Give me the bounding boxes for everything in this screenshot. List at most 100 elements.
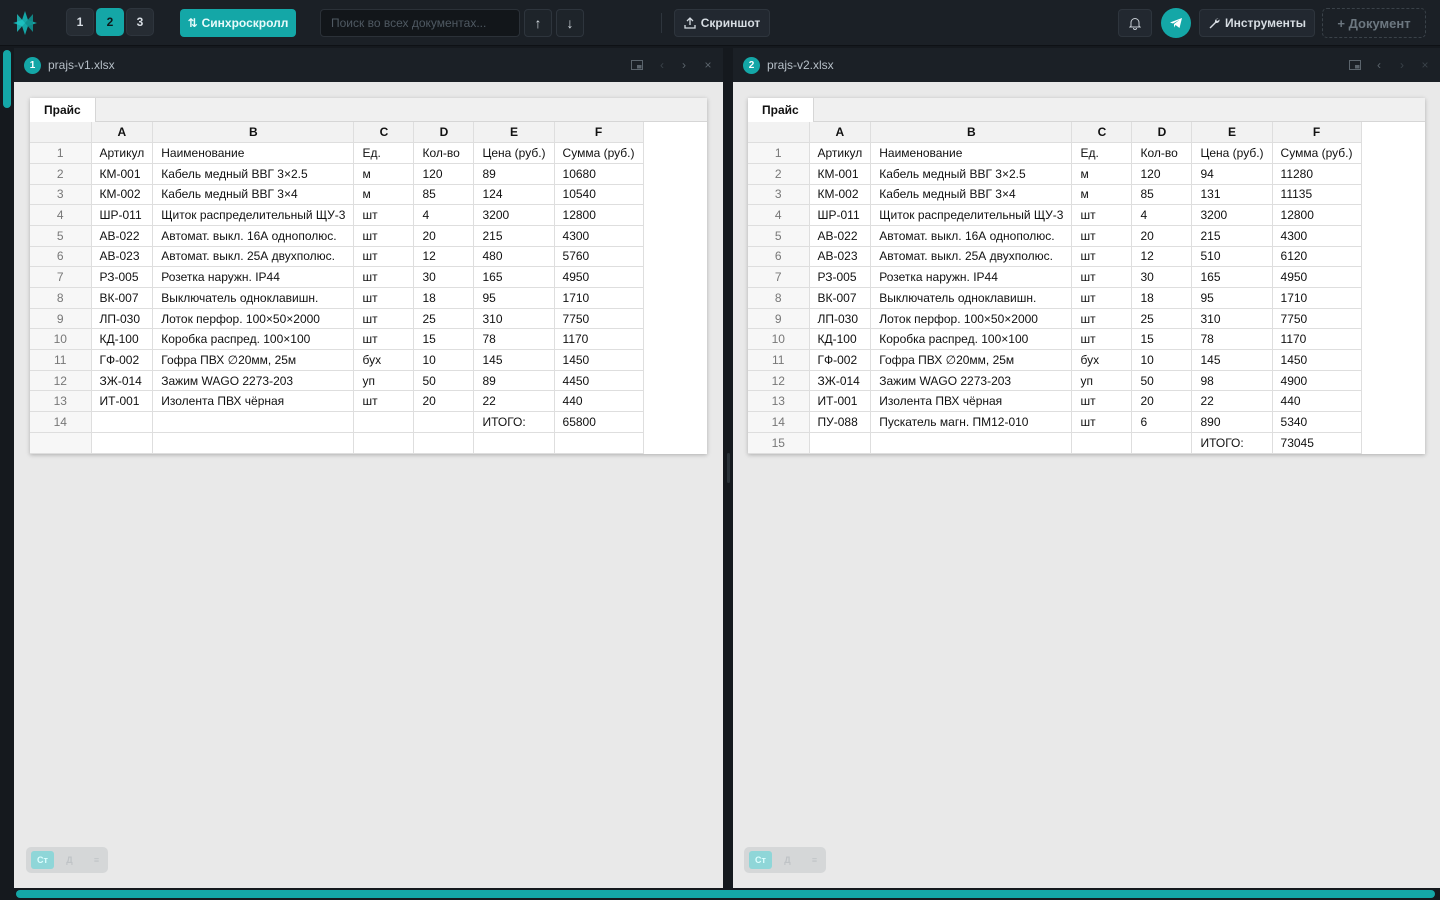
table-cell[interactable]: 4450 (554, 370, 644, 392)
view-mode-button[interactable]: Д (58, 851, 81, 869)
table-cell[interactable]: 4 (1131, 204, 1193, 226)
pane-resize-divider[interactable] (723, 48, 733, 888)
table-cell[interactable]: уп (1071, 370, 1133, 392)
table-cell[interactable]: Цена (руб.) (473, 142, 555, 164)
table-cell[interactable] (91, 411, 154, 433)
row-number[interactable]: 12 (748, 370, 810, 392)
table-cell[interactable]: РЗ-005 (91, 266, 154, 288)
table-cell[interactable]: 145 (473, 349, 555, 371)
table-cell[interactable]: 1710 (1272, 287, 1362, 309)
table-cell[interactable]: Кабель медный ВВГ 3×2.5 (870, 163, 1073, 185)
table-cell[interactable]: 78 (473, 328, 555, 351)
table-cell[interactable]: Лоток перфор. 100×50×2000 (870, 308, 1073, 330)
table-cell[interactable]: ШР-011 (91, 204, 154, 226)
table-cell[interactable]: ЗЖ-014 (91, 370, 154, 392)
table-cell[interactable]: 480 (473, 246, 555, 268)
row-number[interactable]: 1 (748, 142, 810, 164)
table-cell[interactable]: 215 (1191, 225, 1273, 247)
table-cell[interactable]: Выключатель одноклавишн. (870, 287, 1073, 309)
table-cell[interactable] (809, 432, 872, 454)
table-cell[interactable]: 1170 (1272, 328, 1362, 351)
table-cell[interactable]: Автомат. выкл. 16А однополюс. (152, 225, 355, 247)
row-number[interactable]: 7 (748, 266, 810, 288)
table-cell[interactable]: КД-100 (809, 328, 872, 351)
table-cell[interactable]: 10 (413, 349, 475, 371)
table-cell[interactable]: бух (1071, 349, 1133, 371)
column-header[interactable]: D (413, 122, 475, 144)
sync-scroll-button[interactable]: ⇅ Синхроскролл (180, 9, 296, 37)
table-cell[interactable]: 4950 (554, 266, 644, 288)
table-cell[interactable]: ЛП-030 (809, 308, 872, 330)
table-cell[interactable]: Автомат. выкл. 25А двухполюс. (152, 246, 355, 268)
table-cell[interactable]: КМ-002 (809, 184, 872, 206)
row-number[interactable]: 5 (748, 225, 810, 247)
chevron-left-icon[interactable]: ‹ (1371, 57, 1387, 73)
column-header[interactable]: E (473, 122, 555, 144)
row-number[interactable]: 14 (748, 411, 810, 433)
chevron-right-icon[interactable]: › (1394, 57, 1410, 73)
row-number[interactable]: 6 (748, 246, 810, 268)
row-number[interactable]: 15 (748, 432, 810, 454)
tools-button[interactable]: Инструменты (1199, 9, 1315, 37)
search-prev-button[interactable]: ↑ (524, 9, 552, 37)
table-cell[interactable]: Кабель медный ВВГ 3×2.5 (152, 163, 355, 185)
column-header[interactable]: F (554, 122, 644, 144)
table-cell[interactable]: АВ-022 (91, 225, 154, 247)
table-cell[interactable] (473, 432, 555, 454)
table-cell[interactable]: ПУ-088 (809, 411, 872, 433)
row-number[interactable]: 4 (748, 204, 810, 226)
close-icon[interactable]: × (1417, 57, 1433, 73)
corner-cell[interactable] (748, 122, 810, 144)
table-cell[interactable]: шт (1071, 204, 1133, 226)
row-number[interactable]: 12 (30, 370, 92, 392)
table-cell[interactable]: шт (353, 390, 415, 413)
table-cell[interactable]: Изолента ПВХ чёрная (152, 390, 355, 413)
table-cell[interactable]: 5340 (1272, 411, 1362, 433)
row-number[interactable]: 8 (748, 287, 810, 309)
row-number[interactable]: 11 (30, 349, 92, 371)
table-cell[interactable]: 120 (1131, 163, 1193, 185)
table-cell[interactable]: ГФ-002 (809, 349, 872, 371)
table-cell[interactable]: 1450 (1272, 349, 1362, 371)
table-cell[interactable]: 12 (413, 246, 475, 268)
table-cell[interactable]: 20 (413, 390, 475, 413)
view-mode-button[interactable]: ≡ (85, 851, 108, 869)
table-cell[interactable]: Коробка распред. 100×100 (870, 328, 1073, 351)
resize-handle[interactable] (727, 453, 730, 483)
chevron-left-icon[interactable]: ‹ (654, 57, 670, 73)
table-cell[interactable]: 145 (1191, 349, 1273, 371)
table-cell[interactable]: Кабель медный ВВГ 3×4 (152, 184, 355, 206)
table-cell[interactable] (152, 411, 355, 433)
table-cell[interactable] (1131, 432, 1193, 454)
table-cell[interactable]: 215 (473, 225, 555, 247)
table-cell[interactable]: 510 (1191, 246, 1273, 268)
table-cell[interactable]: 3200 (473, 204, 555, 226)
scrollbar-thumb[interactable] (16, 890, 1435, 898)
table-cell[interactable]: 12800 (1272, 204, 1362, 226)
table-cell[interactable]: Розетка наружн. IP44 (870, 266, 1073, 288)
table-cell[interactable]: 440 (554, 390, 644, 413)
table-cell[interactable]: 15 (1131, 328, 1193, 351)
table-cell[interactable]: 22 (473, 390, 555, 413)
row-number[interactable]: 8 (30, 287, 92, 309)
table-cell[interactable]: шт (353, 246, 415, 268)
table-cell[interactable]: КМ-001 (809, 163, 872, 185)
table-cell[interactable]: 94 (1191, 163, 1273, 185)
column-header[interactable]: A (91, 122, 154, 144)
table-cell[interactable]: 18 (413, 287, 475, 309)
table-cell[interactable]: 131 (1191, 184, 1273, 206)
table-cell[interactable]: 7750 (1272, 308, 1362, 330)
table-cell[interactable]: шт (1071, 225, 1133, 247)
table-cell[interactable]: шт (1071, 308, 1133, 330)
row-number[interactable] (30, 432, 92, 454)
table-cell[interactable]: Выключатель одноклавишн. (152, 287, 355, 309)
row-number[interactable]: 1 (30, 142, 92, 164)
row-number[interactable]: 9 (30, 308, 92, 330)
row-number[interactable]: 5 (30, 225, 92, 247)
table-cell[interactable]: Щиток распределительный ЩУ-3 (870, 204, 1073, 226)
column-header[interactable]: C (353, 122, 415, 144)
table-cell[interactable]: Сумма (руб.) (554, 142, 644, 164)
row-number[interactable]: 9 (748, 308, 810, 330)
table-cell[interactable]: 30 (1131, 266, 1193, 288)
row-number[interactable]: 13 (748, 390, 810, 413)
